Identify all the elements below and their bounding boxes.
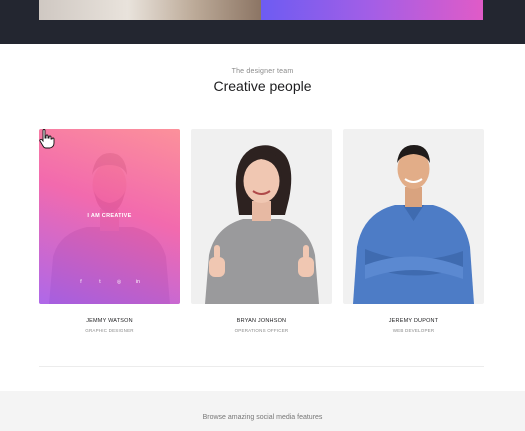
- person-illustration-3: [353, 145, 474, 304]
- team-card-2[interactable]: [191, 129, 332, 304]
- member-name-2: BRYAN JONHSON: [236, 318, 287, 324]
- section-divider: [39, 366, 484, 367]
- social-links: f t ◎ in: [39, 279, 180, 285]
- hand-pointer-cursor-icon: [39, 129, 55, 149]
- twitter-icon[interactable]: t: [96, 279, 104, 285]
- section-eyebrow: The designer team: [231, 68, 294, 75]
- team-card-1[interactable]: I AM CREATIVE f t ◎ in: [39, 129, 180, 304]
- team-photo-2: [191, 129, 332, 304]
- previous-section-band: [0, 0, 525, 44]
- member-name-1: JEMMY WATSON: [86, 318, 133, 324]
- hover-label: I AM CREATIVE: [87, 213, 132, 219]
- person-illustration-2: [205, 145, 319, 304]
- instagram-icon[interactable]: ◎: [115, 279, 123, 285]
- member-role-2: OPERATIONS OFFICER: [234, 328, 289, 333]
- next-section-band: [0, 391, 525, 431]
- member-name-3: JEREMY DUPONT: [388, 318, 439, 324]
- linkedin-icon[interactable]: in: [134, 279, 142, 285]
- section-title: Creative people: [213, 78, 312, 94]
- next-section-teaser: Browse amazing social media features: [202, 414, 323, 421]
- previous-section-gradient-tile: [261, 0, 483, 20]
- previous-section-photo: [39, 0, 261, 20]
- member-role-3: WEB DEVELOPER: [392, 328, 435, 333]
- team-photo-3: [343, 129, 484, 304]
- facebook-icon[interactable]: f: [77, 279, 85, 285]
- member-role-1: GRAPHIC DESIGNER: [85, 328, 134, 333]
- team-card-3[interactable]: [343, 129, 484, 304]
